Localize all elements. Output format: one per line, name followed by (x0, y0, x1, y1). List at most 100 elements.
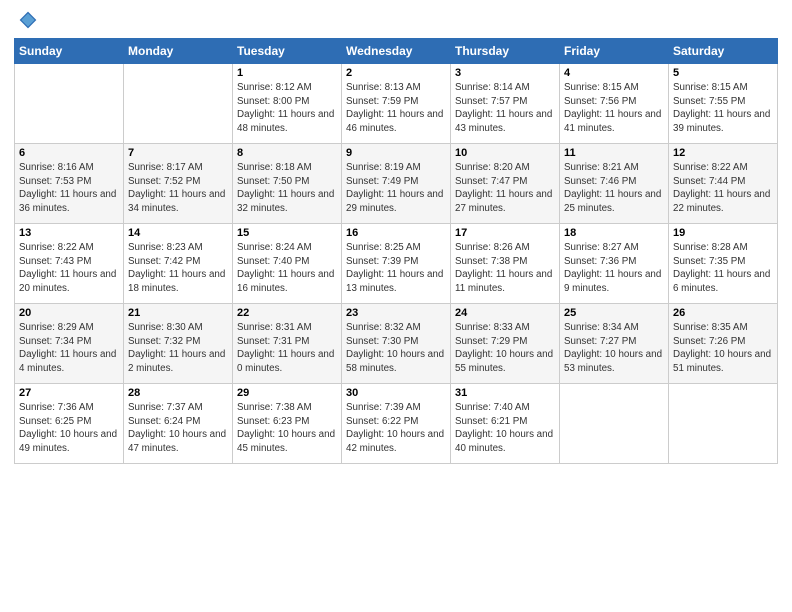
calendar-cell: 11Sunrise: 8:21 AM Sunset: 7:46 PM Dayli… (560, 144, 669, 224)
calendar-cell (669, 384, 778, 464)
calendar-cell: 10 Sunrise: 8:20 AM Sunset: 7:47 PM Dayli… (451, 144, 560, 224)
day-number: 16 (346, 227, 446, 239)
calendar-cell: 5 Sunrise: 8:15 AM Sunset: 7:55 PM Daylig… (669, 64, 778, 144)
calendar-cell: 20Sunrise: 8:29 AM Sunset: 7:34 PM Dayli… (15, 304, 124, 384)
calendar-cell (560, 384, 669, 464)
day-info: Sunrise: 8:32 AM Sunset: 7:30 PM Dayligh… (346, 321, 446, 376)
page: SundayMondayTuesdayWednesdayThursdayFrid… (0, 0, 792, 612)
calendar-cell: 12Sunrise: 8:22 AM Sunset: 7:44 PM Dayli… (669, 144, 778, 224)
day-info: Sunrise: 8:13 AM Sunset: 7:59 PM Dayligh… (346, 81, 446, 136)
day-number: 30 (346, 387, 446, 399)
day-info: Sunrise: 7:39 AM Sunset: 6:22 PM Dayligh… (346, 401, 446, 456)
day-info: Sunrise: 8:27 AM Sunset: 7:36 PM Dayligh… (564, 241, 664, 296)
day-info: Sunrise: 8:23 AM Sunset: 7:42 PM Dayligh… (128, 241, 228, 296)
calendar-cell: 15 Sunrise: 8:24 AM Sunset: 7:40 PM Dayli… (233, 224, 342, 304)
calendar-cell: 16 Sunrise: 8:25 AM Sunset: 7:39 PM Dayli… (342, 224, 451, 304)
calendar-week: 20Sunrise: 8:29 AM Sunset: 7:34 PM Dayli… (15, 304, 778, 384)
day-info: Sunrise: 8:12 AM Sunset: 8:00 PM Dayligh… (237, 81, 337, 136)
day-number: 8 (237, 147, 337, 159)
day-number: 21 (128, 307, 228, 319)
day-number: 27 (19, 387, 119, 399)
day-number: 24 (455, 307, 555, 319)
calendar-cell: 31 Sunrise: 7:40 AM Sunset: 6:21 PM Dayli… (451, 384, 560, 464)
day-info: Sunrise: 8:18 AM Sunset: 7:50 PM Dayligh… (237, 161, 337, 216)
calendar-cell: 9 Sunrise: 8:19 AM Sunset: 7:49 PM Daylig… (342, 144, 451, 224)
logo-area (14, 10, 40, 30)
day-number: 1 (237, 67, 337, 79)
day-info: Sunrise: 8:31 AM Sunset: 7:31 PM Dayligh… (237, 321, 337, 376)
calendar-week: 13 Sunrise: 8:22 AM Sunset: 7:43 PM Dayli… (15, 224, 778, 304)
calendar-cell: 6 Sunrise: 8:16 AM Sunset: 7:53 PM Daylig… (15, 144, 124, 224)
day-info: Sunrise: 8:19 AM Sunset: 7:49 PM Dayligh… (346, 161, 446, 216)
day-info: Sunrise: 8:26 AM Sunset: 7:38 PM Dayligh… (455, 241, 555, 296)
day-number: 31 (455, 387, 555, 399)
calendar-week: 6 Sunrise: 8:16 AM Sunset: 7:53 PM Daylig… (15, 144, 778, 224)
calendar-cell: 4 Sunrise: 8:15 AM Sunset: 7:56 PM Daylig… (560, 64, 669, 144)
day-info: Sunrise: 8:20 AM Sunset: 7:47 PM Dayligh… (455, 161, 555, 216)
day-number: 6 (19, 147, 119, 159)
weekday-header: Friday (560, 39, 669, 64)
day-number: 14 (128, 227, 228, 239)
day-info: Sunrise: 8:15 AM Sunset: 7:55 PM Dayligh… (673, 81, 773, 136)
day-number: 2 (346, 67, 446, 79)
calendar-cell: 25Sunrise: 8:34 AM Sunset: 7:27 PM Dayli… (560, 304, 669, 384)
calendar-cell (15, 64, 124, 144)
day-number: 12 (673, 147, 773, 159)
calendar-cell: 22 Sunrise: 8:31 AM Sunset: 7:31 PM Dayli… (233, 304, 342, 384)
day-number: 15 (237, 227, 337, 239)
day-info: Sunrise: 7:40 AM Sunset: 6:21 PM Dayligh… (455, 401, 555, 456)
day-number: 17 (455, 227, 555, 239)
weekday-header: Tuesday (233, 39, 342, 64)
day-number: 10 (455, 147, 555, 159)
day-number: 20 (19, 307, 119, 319)
day-number: 22 (237, 307, 337, 319)
day-number: 19 (673, 227, 773, 239)
day-number: 23 (346, 307, 446, 319)
weekday-header: Saturday (669, 39, 778, 64)
calendar-cell: 13 Sunrise: 8:22 AM Sunset: 7:43 PM Dayli… (15, 224, 124, 304)
day-info: Sunrise: 8:24 AM Sunset: 7:40 PM Dayligh… (237, 241, 337, 296)
logo-icon (18, 10, 38, 30)
calendar-cell: 21Sunrise: 8:30 AM Sunset: 7:32 PM Dayli… (124, 304, 233, 384)
day-info: Sunrise: 8:25 AM Sunset: 7:39 PM Dayligh… (346, 241, 446, 296)
header (14, 10, 778, 30)
calendar: SundayMondayTuesdayWednesdayThursdayFrid… (14, 38, 778, 464)
day-number: 5 (673, 67, 773, 79)
day-info: Sunrise: 8:33 AM Sunset: 7:29 PM Dayligh… (455, 321, 555, 376)
day-info: Sunrise: 7:37 AM Sunset: 6:24 PM Dayligh… (128, 401, 228, 456)
calendar-cell: 18Sunrise: 8:27 AM Sunset: 7:36 PM Dayli… (560, 224, 669, 304)
day-info: Sunrise: 8:34 AM Sunset: 7:27 PM Dayligh… (564, 321, 664, 376)
calendar-cell: 8 Sunrise: 8:18 AM Sunset: 7:50 PM Daylig… (233, 144, 342, 224)
calendar-cell: 1 Sunrise: 8:12 AM Sunset: 8:00 PM Daylig… (233, 64, 342, 144)
day-info: Sunrise: 8:17 AM Sunset: 7:52 PM Dayligh… (128, 161, 228, 216)
day-info: Sunrise: 8:22 AM Sunset: 7:43 PM Dayligh… (19, 241, 119, 296)
calendar-cell: 27Sunrise: 7:36 AM Sunset: 6:25 PM Dayli… (15, 384, 124, 464)
day-number: 28 (128, 387, 228, 399)
day-info: Sunrise: 8:28 AM Sunset: 7:35 PM Dayligh… (673, 241, 773, 296)
weekday-header-row: SundayMondayTuesdayWednesdayThursdayFrid… (15, 39, 778, 64)
calendar-cell: 23 Sunrise: 8:32 AM Sunset: 7:30 PM Dayli… (342, 304, 451, 384)
day-info: Sunrise: 8:21 AM Sunset: 7:46 PM Dayligh… (564, 161, 664, 216)
day-number: 3 (455, 67, 555, 79)
day-number: 13 (19, 227, 119, 239)
calendar-week: 27Sunrise: 7:36 AM Sunset: 6:25 PM Dayli… (15, 384, 778, 464)
calendar-cell: 19 Sunrise: 8:28 AM Sunset: 7:35 PM Dayli… (669, 224, 778, 304)
logo (14, 10, 40, 30)
day-info: Sunrise: 8:15 AM Sunset: 7:56 PM Dayligh… (564, 81, 664, 136)
day-number: 26 (673, 307, 773, 319)
calendar-cell: 3Sunrise: 8:14 AM Sunset: 7:57 PM Daylig… (451, 64, 560, 144)
weekday-header: Wednesday (342, 39, 451, 64)
calendar-cell: 2 Sunrise: 8:13 AM Sunset: 7:59 PM Daylig… (342, 64, 451, 144)
calendar-cell: 7 Sunrise: 8:17 AM Sunset: 7:52 PM Daylig… (124, 144, 233, 224)
calendar-cell: 17 Sunrise: 8:26 AM Sunset: 7:38 PM Dayli… (451, 224, 560, 304)
calendar-cell: 30 Sunrise: 7:39 AM Sunset: 6:22 PM Dayli… (342, 384, 451, 464)
day-info: Sunrise: 7:38 AM Sunset: 6:23 PM Dayligh… (237, 401, 337, 456)
day-number: 9 (346, 147, 446, 159)
day-number: 7 (128, 147, 228, 159)
calendar-cell: 29 Sunrise: 7:38 AM Sunset: 6:23 PM Dayli… (233, 384, 342, 464)
day-info: Sunrise: 8:16 AM Sunset: 7:53 PM Dayligh… (19, 161, 119, 216)
calendar-week: 1 Sunrise: 8:12 AM Sunset: 8:00 PM Daylig… (15, 64, 778, 144)
day-number: 29 (237, 387, 337, 399)
calendar-cell: 14 Sunrise: 8:23 AM Sunset: 7:42 PM Dayli… (124, 224, 233, 304)
day-number: 4 (564, 67, 664, 79)
